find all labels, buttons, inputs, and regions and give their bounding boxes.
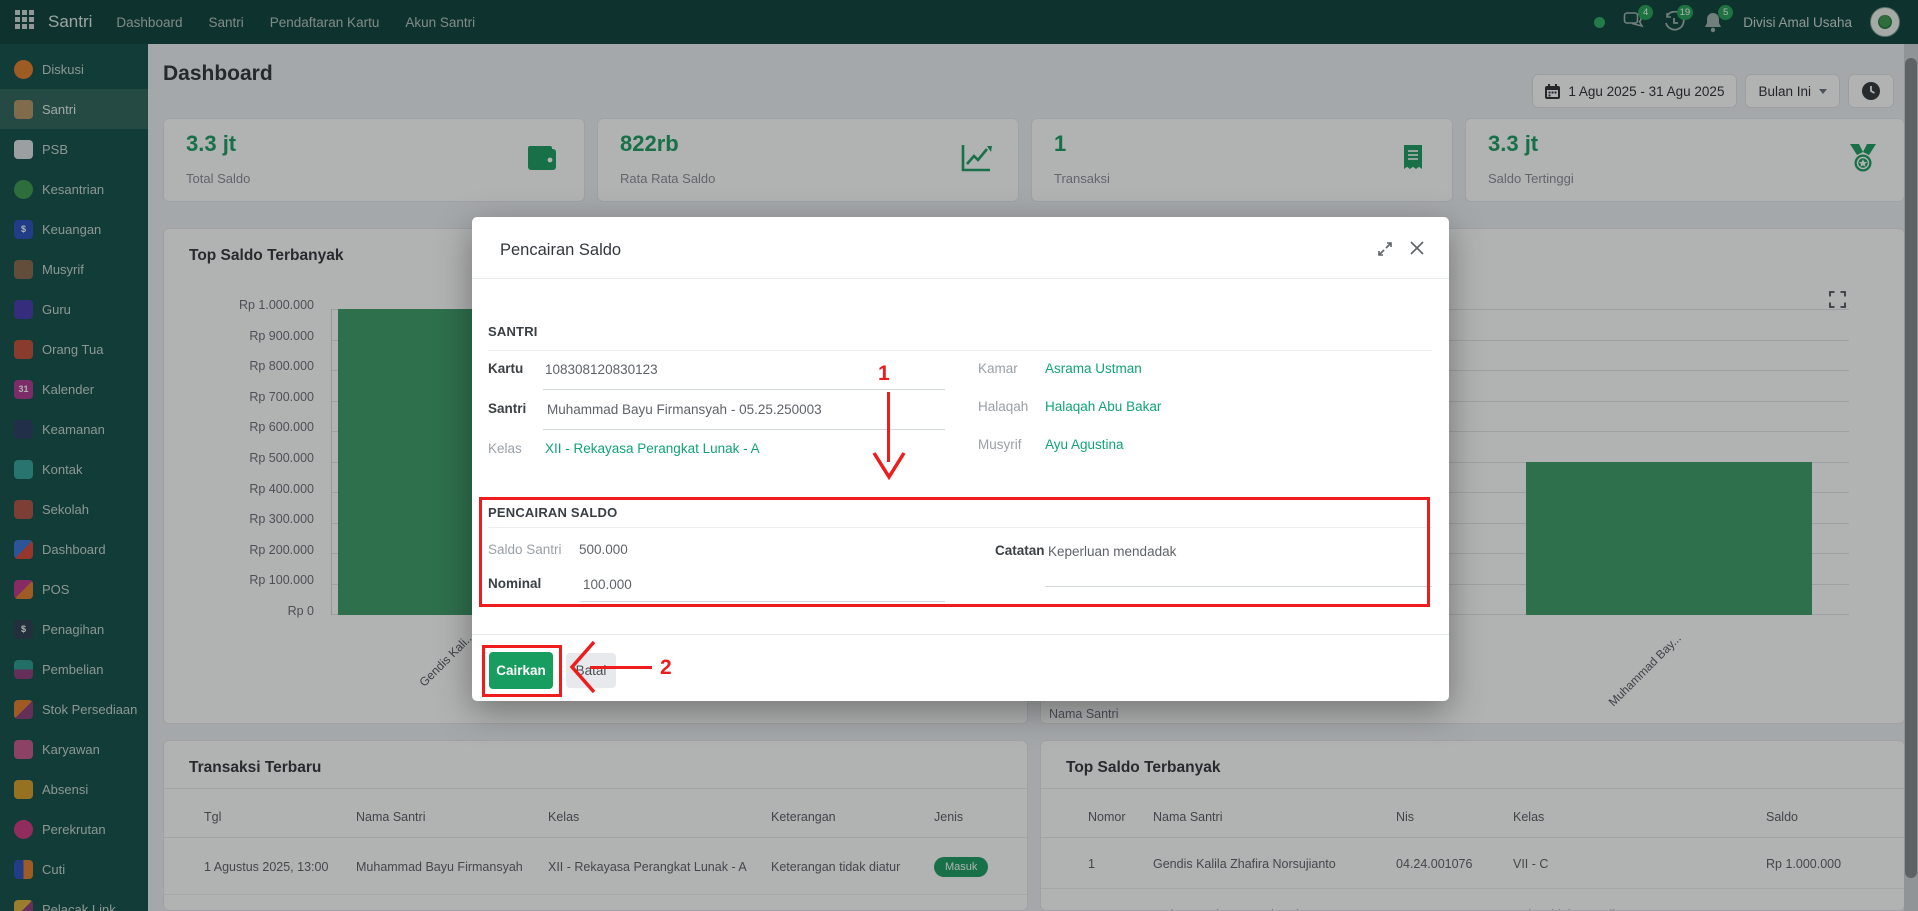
annotation-box-cairkan [482, 645, 562, 697]
divider [472, 634, 1449, 635]
santri-input[interactable]: Muhammad Bayu Firmansyah - 05.25.250003 [547, 402, 822, 417]
musyrif-link[interactable]: Ayu Agustina [1045, 437, 1124, 452]
annotation-box-pencairan [479, 497, 1430, 607]
kelas-link[interactable]: XII - Rekayasa Perangkat Lunak - A [545, 441, 760, 456]
pencairan-saldo-modal: Pencairan Saldo SANTRI Kartu 10830812083… [472, 217, 1449, 701]
modal-title: Pencairan Saldo [500, 241, 621, 260]
annotation-step-1: 1 [878, 362, 890, 386]
input-underline [543, 389, 945, 390]
annotation-arrow-1-head [871, 450, 907, 482]
kamar-link[interactable]: Asrama Ustman [1045, 361, 1142, 376]
halaqah-link[interactable]: Halaqah Abu Bakar [1045, 399, 1161, 414]
divider [472, 278, 1449, 279]
annotation-arrow-2-head [568, 639, 600, 695]
kelas-label: Kelas [488, 441, 522, 456]
musyrif-label: Musyrif [978, 437, 1022, 452]
expand-icon[interactable] [1377, 241, 1393, 262]
kartu-input[interactable]: 108308120830123 [545, 362, 658, 377]
kartu-label: Kartu [488, 361, 523, 376]
kamar-label: Kamar [978, 361, 1018, 376]
section-santri-header: SANTRI [488, 324, 538, 339]
app-root: Santri Dashboard Santri Pendaftaran Kart… [0, 0, 1918, 911]
annotation-step-2: 2 [660, 656, 672, 680]
santri-label: Santri [488, 401, 526, 416]
input-underline [543, 429, 945, 430]
divider [488, 350, 1432, 351]
halaqah-label: Halaqah [978, 399, 1028, 414]
close-icon[interactable] [1409, 240, 1425, 261]
